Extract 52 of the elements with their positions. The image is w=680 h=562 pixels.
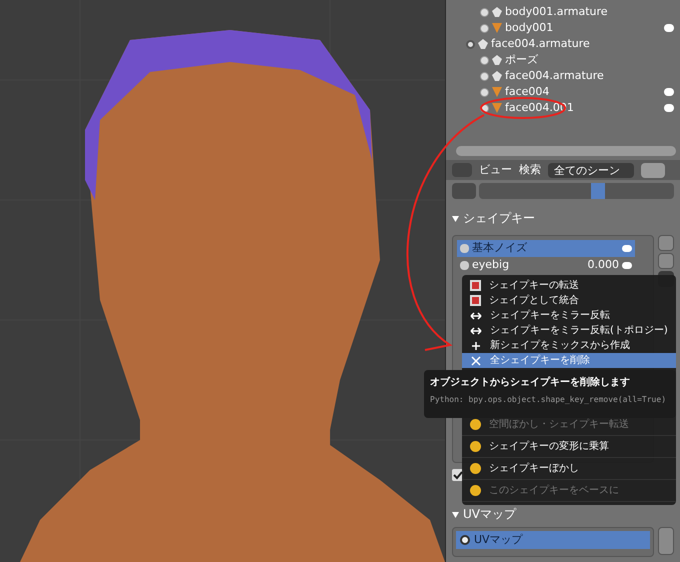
expand-arrow-icon[interactable]: [452, 510, 459, 518]
horizontal-scrollbar[interactable]: [456, 146, 676, 156]
menu-item[interactable]: 全シェイプキーを削除: [462, 353, 676, 368]
outliner-item-label[interactable]: face004.armature: [491, 36, 590, 52]
scene-dropdown[interactable]: 全てのシーン: [548, 162, 634, 178]
uv-map-row[interactable]: UVマップ: [456, 531, 650, 549]
x-icon: [470, 356, 482, 366]
panel-title[interactable]: UVマップ: [463, 505, 516, 523]
shape-key-icon: [460, 261, 469, 270]
shape-key-icon: [460, 244, 469, 253]
properties-tab-bar[interactable]: [479, 183, 674, 199]
expand-toggle-icon[interactable]: [480, 72, 489, 80]
shape-key-name: eyebig: [472, 257, 510, 274]
menu-item[interactable]: シェイプキーをミラー反転: [462, 308, 676, 323]
menu-item[interactable]: ビュー: [479, 162, 512, 178]
uv-map-name: UVマップ: [474, 532, 523, 548]
menu-item[interactable]: 新シェイプをミックスから作成: [462, 338, 676, 353]
shape-key-row[interactable]: eyebig 0.000: [457, 257, 635, 274]
outliner-item-label[interactable]: face004: [505, 84, 550, 100]
menu-item[interactable]: シェイプキーをミラー反転(トポロジー): [462, 323, 676, 338]
expand-toggle-icon[interactable]: [480, 24, 489, 32]
expand-toggle-icon[interactable]: [480, 88, 489, 96]
shape-key-name: 基本ノイズ: [472, 240, 528, 256]
shape-key-row[interactable]: 基本ノイズ: [457, 240, 635, 257]
add-button[interactable]: [658, 527, 674, 555]
tooltip-title: オブジェクトからシェイプキーを削除します: [430, 375, 631, 390]
plus-icon: [470, 340, 482, 350]
add-button[interactable]: [658, 235, 674, 251]
menu-item[interactable]: シェイプキーの変形に乗算: [462, 436, 676, 458]
remove-button[interactable]: [658, 253, 674, 269]
double-arrow-icon: [470, 310, 482, 320]
outliner-item-label[interactable]: ポーズ: [505, 52, 538, 68]
menu-item[interactable]: シェイプキーの転送: [462, 278, 676, 293]
document-icon: [470, 295, 481, 306]
menu-item[interactable]: シェイプとして統合: [462, 293, 676, 308]
menu-item[interactable]: シェイプキーぼかし: [462, 458, 676, 480]
expand-toggle-icon[interactable]: [466, 40, 475, 48]
double-arrow-icon: [470, 326, 482, 336]
editor-type-button[interactable]: [452, 183, 476, 199]
panel-title[interactable]: シェイプキー: [463, 209, 535, 227]
expand-arrow-icon[interactable]: [452, 214, 459, 222]
expand-toggle-icon[interactable]: [480, 56, 489, 64]
search-field[interactable]: [641, 162, 665, 178]
menu-item[interactable]: 検索: [519, 162, 541, 178]
outliner-item-label[interactable]: body001.armature: [505, 4, 608, 20]
eye-icon[interactable]: [664, 24, 674, 32]
shape-key-value[interactable]: 0.000: [588, 257, 619, 274]
document-icon: [470, 280, 481, 291]
expand-toggle-icon[interactable]: [480, 8, 489, 16]
outliner-item-label[interactable]: body001: [505, 20, 554, 36]
tooltip-python: Python: bpy.ops.object.shape_key_remove(all=True): [430, 394, 668, 406]
outliner-item-label[interactable]: face004.armature: [505, 68, 604, 84]
